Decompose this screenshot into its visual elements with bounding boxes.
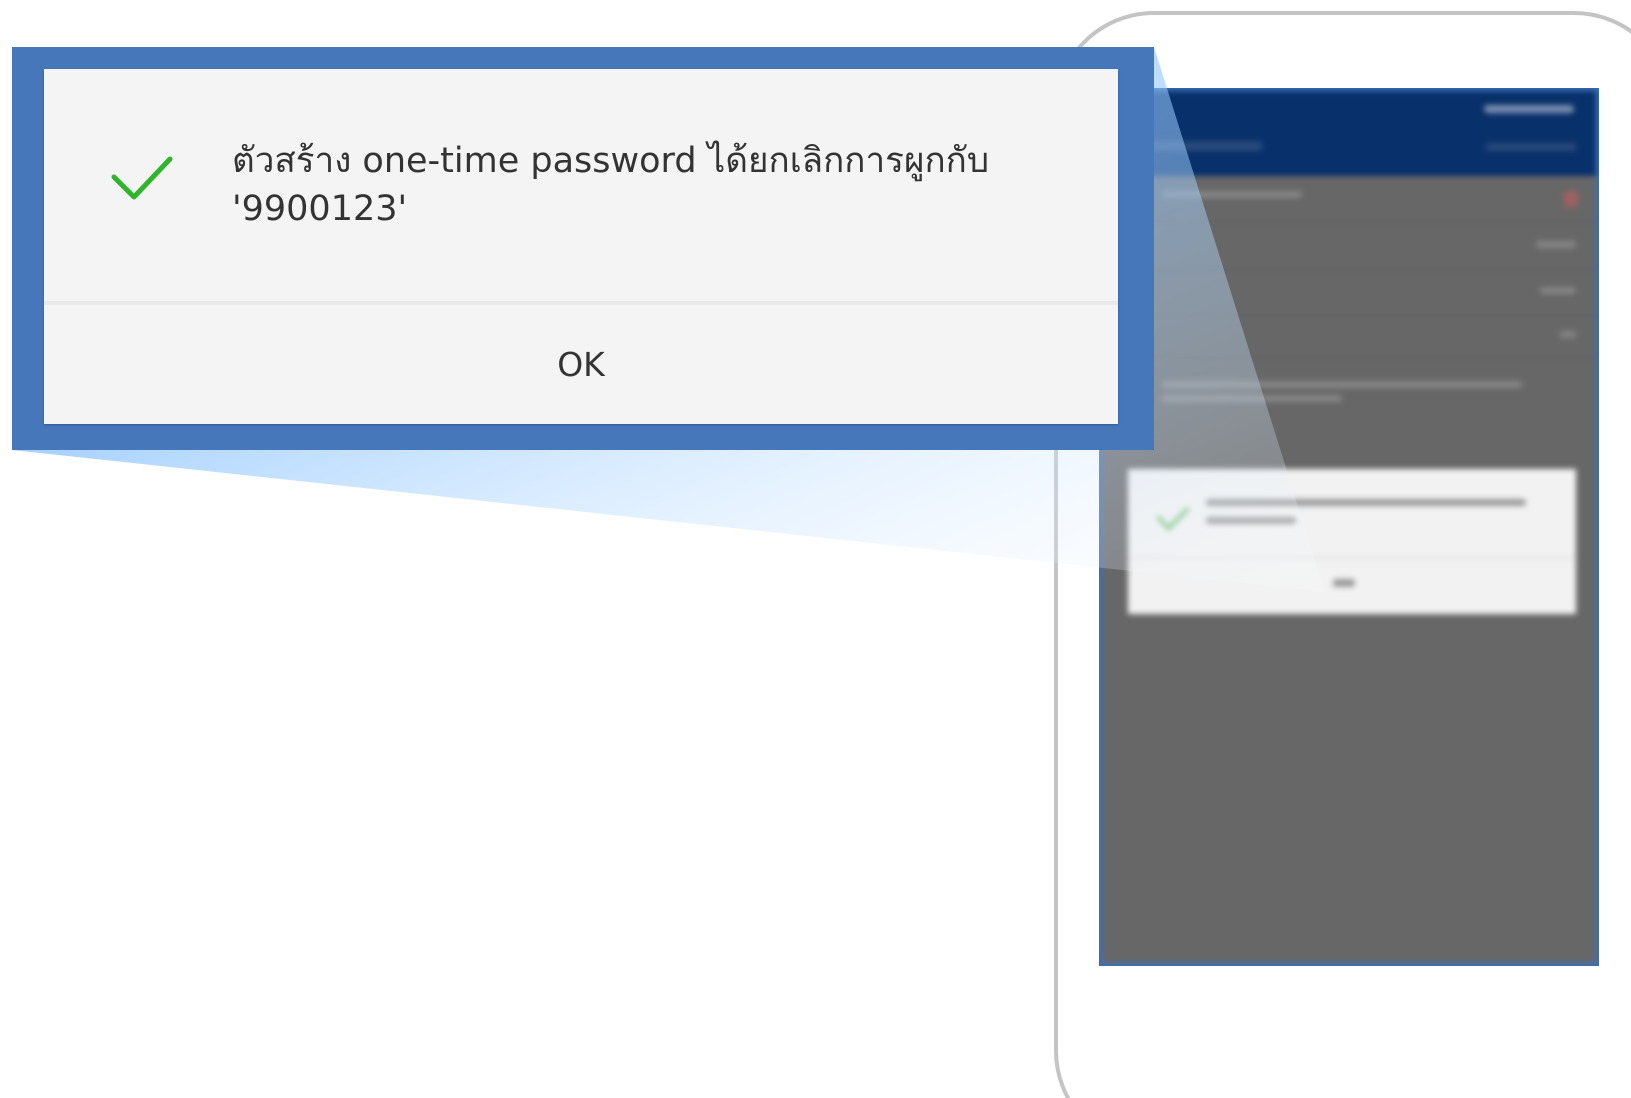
check-icon	[111, 156, 173, 200]
app-header-bar	[1102, 91, 1596, 176]
row-value	[1560, 331, 1576, 338]
row-icon	[1564, 191, 1578, 207]
status-icons	[1484, 105, 1574, 113]
mini-message-line	[1206, 499, 1526, 506]
mini-ok-button	[1333, 579, 1355, 587]
header-title-placeholder	[1152, 141, 1262, 151]
alert-dialog: ตัวสร้าง one-time password ได้ยกเลิกการผ…	[44, 69, 1118, 424]
zoom-callout: ตัวสร้าง one-time password ได้ยกเลิกการผ…	[12, 47, 1154, 450]
row-divider	[1102, 221, 1596, 222]
row-divider	[1102, 357, 1596, 358]
mini-dialog	[1128, 469, 1576, 614]
phone-screen	[1099, 88, 1599, 966]
header-action-placeholder	[1486, 143, 1576, 151]
row-text	[1162, 395, 1342, 402]
row-divider	[1102, 269, 1596, 270]
illustration-stage: ตัวสร้าง one-time password ได้ยกเลิกการผ…	[0, 0, 1631, 1098]
row-divider	[1102, 315, 1596, 316]
row-text	[1162, 191, 1302, 198]
mini-divider	[1128, 557, 1576, 559]
ok-button[interactable]: OK	[44, 305, 1118, 424]
row-text	[1162, 381, 1522, 388]
mini-message-line	[1206, 517, 1296, 524]
row-value	[1540, 287, 1576, 294]
mini-check-icon	[1156, 497, 1190, 531]
phone-screen-content	[1102, 91, 1596, 963]
dialog-message: ตัวสร้าง one-time password ได้ยกเลิกการผ…	[232, 141, 990, 229]
row-value	[1536, 241, 1576, 248]
